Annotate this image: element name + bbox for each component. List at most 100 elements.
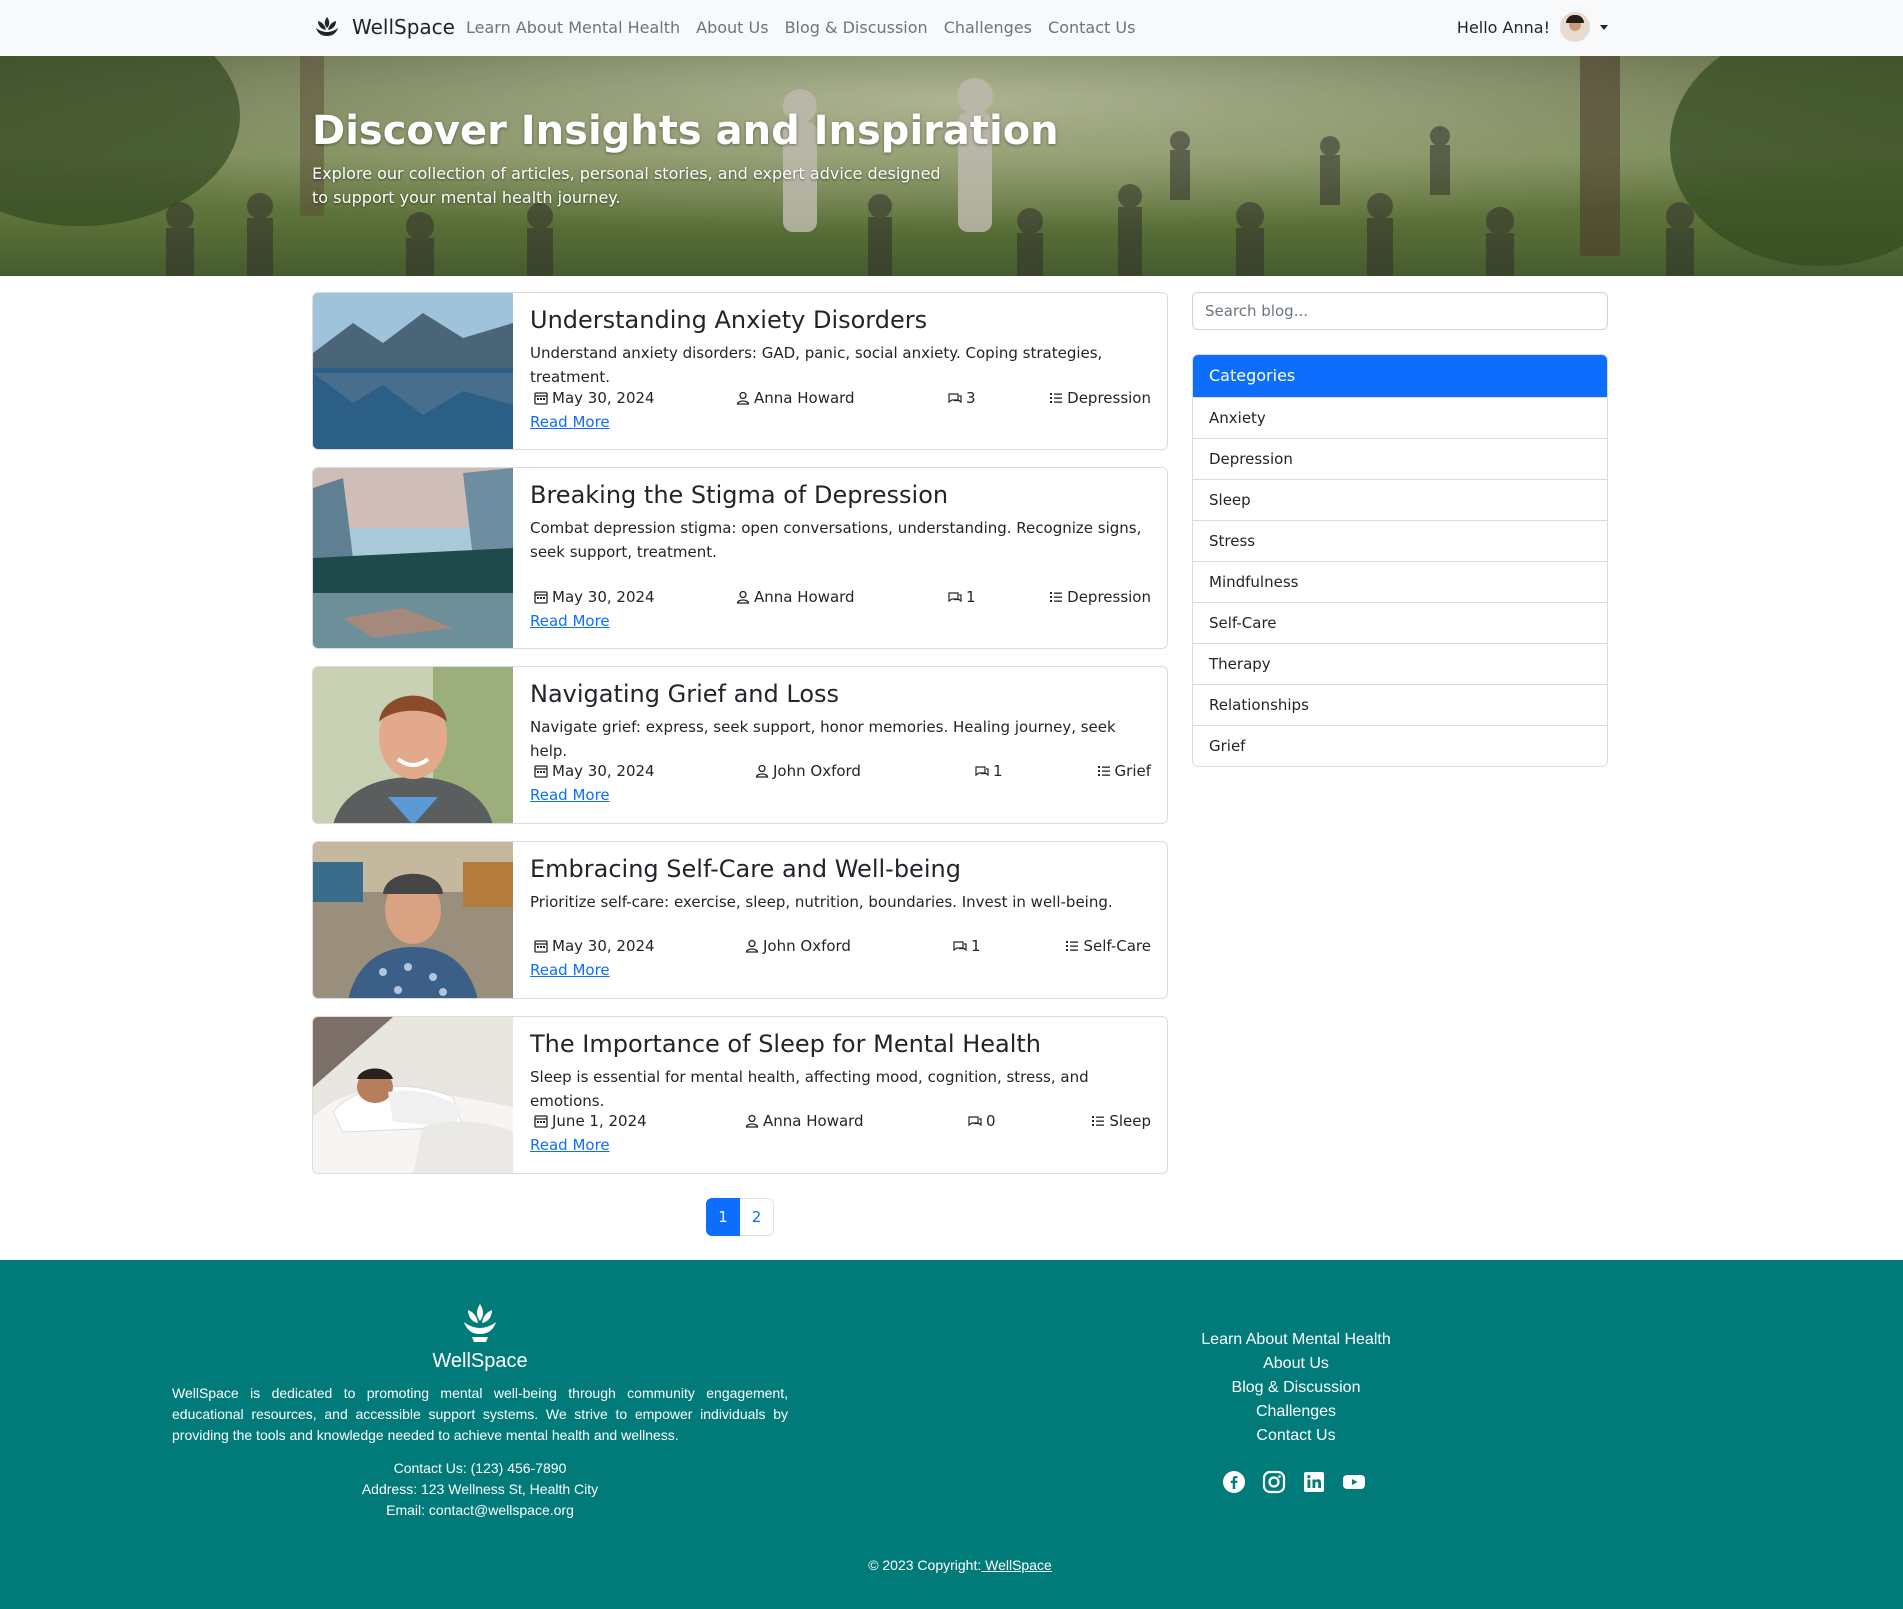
footer-link-learn[interactable]: Learn About Mental Health bbox=[1096, 1328, 1496, 1352]
nav-link-challenges[interactable]: Challenges bbox=[944, 18, 1032, 37]
chevron-down-icon[interactable] bbox=[1600, 24, 1608, 30]
footer-link-blog[interactable]: Blog & Discussion bbox=[1096, 1376, 1496, 1400]
list-icon bbox=[1097, 766, 1110, 776]
facebook-icon[interactable] bbox=[1222, 1470, 1246, 1494]
blog-post-card: Navigating Grief and Loss Navigate grief… bbox=[312, 666, 1168, 824]
list-icon bbox=[1092, 1116, 1105, 1126]
post-excerpt: Sleep is essential for mental health, af… bbox=[530, 1068, 1089, 1110]
post-category[interactable]: Grief bbox=[1097, 762, 1151, 780]
post-category[interactable]: Depression bbox=[1049, 389, 1151, 407]
post-title[interactable]: Understanding Anxiety Disorders bbox=[530, 305, 1151, 335]
post-title[interactable]: Navigating Grief and Loss bbox=[530, 679, 1151, 709]
page-1-button[interactable]: 1 bbox=[706, 1198, 740, 1236]
post-author: Anna Howard bbox=[745, 1112, 864, 1130]
read-more-link[interactable]: Read More bbox=[530, 786, 610, 804]
post-date-text: May 30, 2024 bbox=[552, 762, 655, 780]
pagination: 1 2 bbox=[706, 1198, 774, 1236]
read-more-link[interactable]: Read More bbox=[530, 413, 610, 431]
post-category[interactable]: Depression bbox=[1049, 588, 1151, 606]
nav-link-learn[interactable]: Learn About Mental Health bbox=[466, 18, 680, 37]
avatar[interactable] bbox=[1560, 12, 1590, 42]
post-author: Anna Howard bbox=[736, 389, 855, 407]
category-item-therapy[interactable]: Therapy bbox=[1193, 643, 1607, 684]
lotus-logo-icon bbox=[464, 1304, 496, 1342]
read-more-link[interactable]: Read More bbox=[530, 961, 610, 979]
copyright-link[interactable]: WellSpace bbox=[981, 1557, 1052, 1573]
instagram-icon[interactable] bbox=[1262, 1470, 1286, 1494]
nav-link-blog[interactable]: Blog & Discussion bbox=[785, 18, 928, 37]
post-date-text: May 30, 2024 bbox=[552, 389, 655, 407]
category-item-mindfulness[interactable]: Mindfulness bbox=[1193, 561, 1607, 602]
footer-link-contact[interactable]: Contact Us bbox=[1096, 1424, 1496, 1448]
nav-links: Learn About Mental Health About Us Blog … bbox=[466, 18, 1135, 37]
post-author: John Oxford bbox=[755, 762, 861, 780]
hero-title: Discover Insights and Inspiration bbox=[312, 108, 1059, 154]
footer-about-text: WellSpace is dedicated to promoting ment… bbox=[172, 1385, 788, 1443]
footer-link-about[interactable]: About Us bbox=[1096, 1352, 1496, 1376]
post-excerpt: Prioritize self-care: exercise, sleep, n… bbox=[530, 893, 1113, 911]
category-item-relationships[interactable]: Relationships bbox=[1193, 684, 1607, 725]
category-item-depression[interactable]: Depression bbox=[1193, 438, 1607, 479]
category-item-sleep[interactable]: Sleep bbox=[1193, 479, 1607, 520]
user-icon bbox=[745, 1114, 759, 1128]
nav-link-about[interactable]: About Us bbox=[696, 18, 768, 37]
post-meta: May 30, 2024 Anna Howard 3 Depression bbox=[530, 389, 1151, 411]
post-date-text: June 1, 2024 bbox=[552, 1112, 647, 1130]
calendar-icon bbox=[534, 940, 548, 953]
post-thumbnail-sleeping-man[interactable] bbox=[313, 1017, 513, 1174]
lotus-logo-icon bbox=[316, 17, 338, 36]
user-icon bbox=[736, 590, 750, 604]
youtube-icon[interactable] bbox=[1342, 1470, 1366, 1494]
post-meta: May 30, 2024 Anna Howard 1 Depression bbox=[530, 588, 1151, 610]
page-2-button[interactable]: 2 bbox=[740, 1198, 774, 1236]
post-author: Anna Howard bbox=[736, 588, 855, 606]
post-author-text: John Oxford bbox=[773, 762, 861, 780]
category-item-self-care[interactable]: Self-Care bbox=[1193, 602, 1607, 643]
calendar-icon bbox=[534, 765, 548, 778]
post-comments-count: 3 bbox=[966, 389, 976, 407]
post-thumbnail-mountain-lake[interactable] bbox=[313, 293, 513, 450]
user-menu[interactable]: Hello Anna! bbox=[1457, 12, 1608, 42]
post-comments: 1 bbox=[948, 588, 976, 606]
post-title[interactable]: Embracing Self-Care and Well-being bbox=[530, 854, 1151, 884]
social-links bbox=[1222, 1470, 1366, 1494]
post-category[interactable]: Self-Care bbox=[1065, 937, 1151, 955]
post-thumbnail-smiling-man[interactable] bbox=[313, 667, 513, 824]
post-meta: May 30, 2024 John Oxford 1 Grief bbox=[530, 762, 1151, 784]
calendar-icon bbox=[534, 392, 548, 405]
post-excerpt: Understand anxiety disorders: GAD, panic… bbox=[530, 344, 1103, 386]
footer-brand: WellSpace bbox=[432, 1350, 528, 1372]
blog-post-card: Embracing Self-Care and Well-being Prior… bbox=[312, 841, 1168, 999]
post-category[interactable]: Sleep bbox=[1091, 1112, 1151, 1130]
post-comments: 3 bbox=[948, 389, 976, 407]
categories-panel: Categories Anxiety Depression Sleep Stre… bbox=[1192, 354, 1608, 767]
blog-post-card: Understanding Anxiety Disorders Understa… bbox=[312, 292, 1168, 450]
category-item-stress[interactable]: Stress bbox=[1193, 520, 1607, 561]
blog-search-input[interactable] bbox=[1192, 292, 1608, 330]
category-item-grief[interactable]: Grief bbox=[1193, 725, 1607, 766]
category-item-anxiety[interactable]: Anxiety bbox=[1193, 397, 1607, 438]
list-icon bbox=[1050, 393, 1063, 403]
post-excerpt: Combat depression stigma: open conversat… bbox=[530, 519, 1142, 561]
post-date: June 1, 2024 bbox=[534, 1112, 647, 1130]
post-thumbnail-valley-river[interactable] bbox=[313, 468, 513, 649]
post-category-text: Grief bbox=[1114, 762, 1151, 780]
post-title[interactable]: Breaking the Stigma of Depression bbox=[530, 480, 1151, 510]
brand-name: WellSpace bbox=[352, 15, 455, 39]
comments-icon bbox=[948, 393, 962, 404]
post-category-text: Depression bbox=[1067, 389, 1151, 407]
brand-link[interactable]: WellSpace bbox=[312, 12, 455, 42]
linkedin-icon[interactable] bbox=[1302, 1470, 1326, 1494]
footer-link-challenges[interactable]: Challenges bbox=[1096, 1400, 1496, 1424]
post-title[interactable]: The Importance of Sleep for Mental Healt… bbox=[530, 1029, 1151, 1059]
read-more-link[interactable]: Read More bbox=[530, 612, 610, 630]
post-meta: June 1, 2024 Anna Howard 0 Sleep bbox=[530, 1112, 1151, 1134]
footer-address: Address: 123 Wellness St, Health City bbox=[361, 1481, 599, 1497]
post-author: John Oxford bbox=[745, 937, 851, 955]
post-date: May 30, 2024 bbox=[534, 389, 655, 407]
read-more-link[interactable]: Read More bbox=[530, 1136, 610, 1154]
nav-link-contact[interactable]: Contact Us bbox=[1048, 18, 1135, 37]
categories-header: Categories bbox=[1193, 355, 1607, 397]
post-thumbnail-man-in-cap[interactable] bbox=[313, 842, 513, 999]
user-icon bbox=[736, 391, 750, 405]
